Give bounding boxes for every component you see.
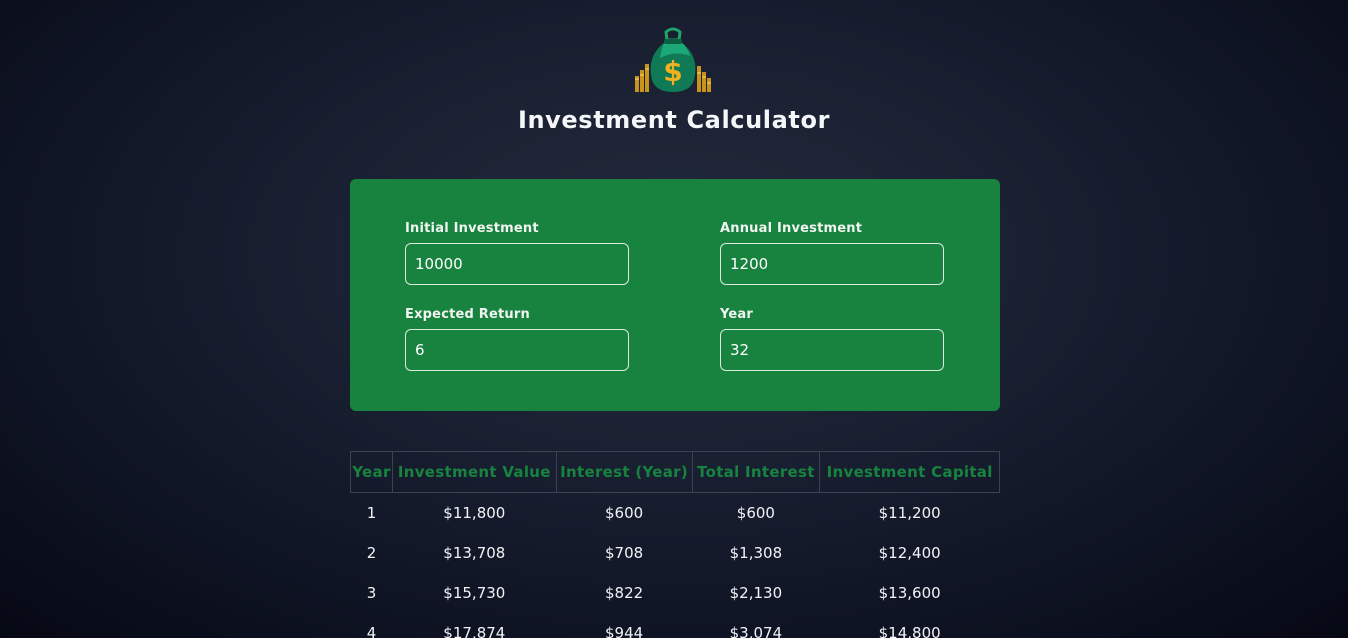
column-header-investment-value: Investment Value [391, 451, 557, 493]
cell-investment-value: $13,708 [443, 544, 506, 562]
expected-return-label: Expected Return [405, 307, 530, 322]
column-header-interest-year: Interest (Year) [555, 451, 693, 493]
column-header-total-interest: Total Interest [691, 451, 821, 493]
annual-investment-group: Annual Investment 1200 [720, 221, 944, 285]
cell-total-interest: $1,308 [729, 544, 783, 562]
expected-return-group: Expected Return 6 [405, 307, 629, 371]
table-row: 4 $17,874 $944 $3,074 $14,800 [351, 613, 1000, 638]
cell-total-interest: $2,130 [729, 584, 783, 602]
cell-total-interest: $3,074 [729, 624, 783, 638]
annual-investment-label: Annual Investment [720, 221, 863, 236]
cell-year: 1 [366, 504, 377, 522]
expected-return-input[interactable]: 6 [405, 329, 629, 371]
cell-year: 2 [366, 544, 377, 562]
table-header-row: Year Investment Value Interest (Year) To… [350, 451, 1000, 493]
initial-investment-label: Initial Investment [405, 221, 539, 236]
results-table: Year Investment Value Interest (Year) To… [350, 451, 1000, 638]
page-title: Investment Calculator [517, 106, 831, 134]
cell-interest-year: $708 [605, 544, 644, 562]
input-panel: Initial Investment 10000 Annual Investme… [350, 179, 1000, 411]
annual-investment-input[interactable]: 1200 [720, 243, 944, 285]
cell-year: 3 [366, 584, 377, 602]
cell-interest-year: $600 [605, 504, 644, 522]
cell-total-interest: $600 [736, 504, 775, 522]
cell-investment-capital: $14,800 [878, 624, 941, 638]
initial-investment-input[interactable]: 10000 [405, 243, 629, 285]
cell-investment-capital: $11,200 [878, 504, 941, 522]
column-header-year: Year [350, 451, 393, 493]
duration-label: Year [720, 307, 754, 322]
cell-investment-value: $15,730 [443, 584, 506, 602]
table-row: 3 $15,730 $822 $2,130 $13,600 [351, 573, 1000, 613]
money-bag-icon: $ [635, 27, 711, 92]
svg-text:$: $ [663, 55, 682, 88]
cell-investment-capital: $12,400 [878, 544, 941, 562]
initial-investment-group: Initial Investment 10000 [405, 221, 629, 285]
table-row: 2 $13,708 $708 $1,308 $12,400 [351, 533, 1000, 573]
cell-investment-capital: $13,600 [878, 584, 941, 602]
duration-input[interactable]: 32 [720, 329, 944, 371]
cell-interest-year: $944 [605, 624, 644, 638]
cell-year: 4 [366, 624, 377, 638]
cell-investment-value: $17,874 [443, 624, 506, 638]
table-row: 1 $11,800 $600 $600 $11,200 [351, 493, 1000, 534]
cell-investment-value: $11,800 [443, 504, 506, 522]
duration-group: Year 32 [720, 307, 944, 371]
cell-interest-year: $822 [605, 584, 644, 602]
column-header-investment-capital: Investment Capital [819, 451, 1000, 493]
